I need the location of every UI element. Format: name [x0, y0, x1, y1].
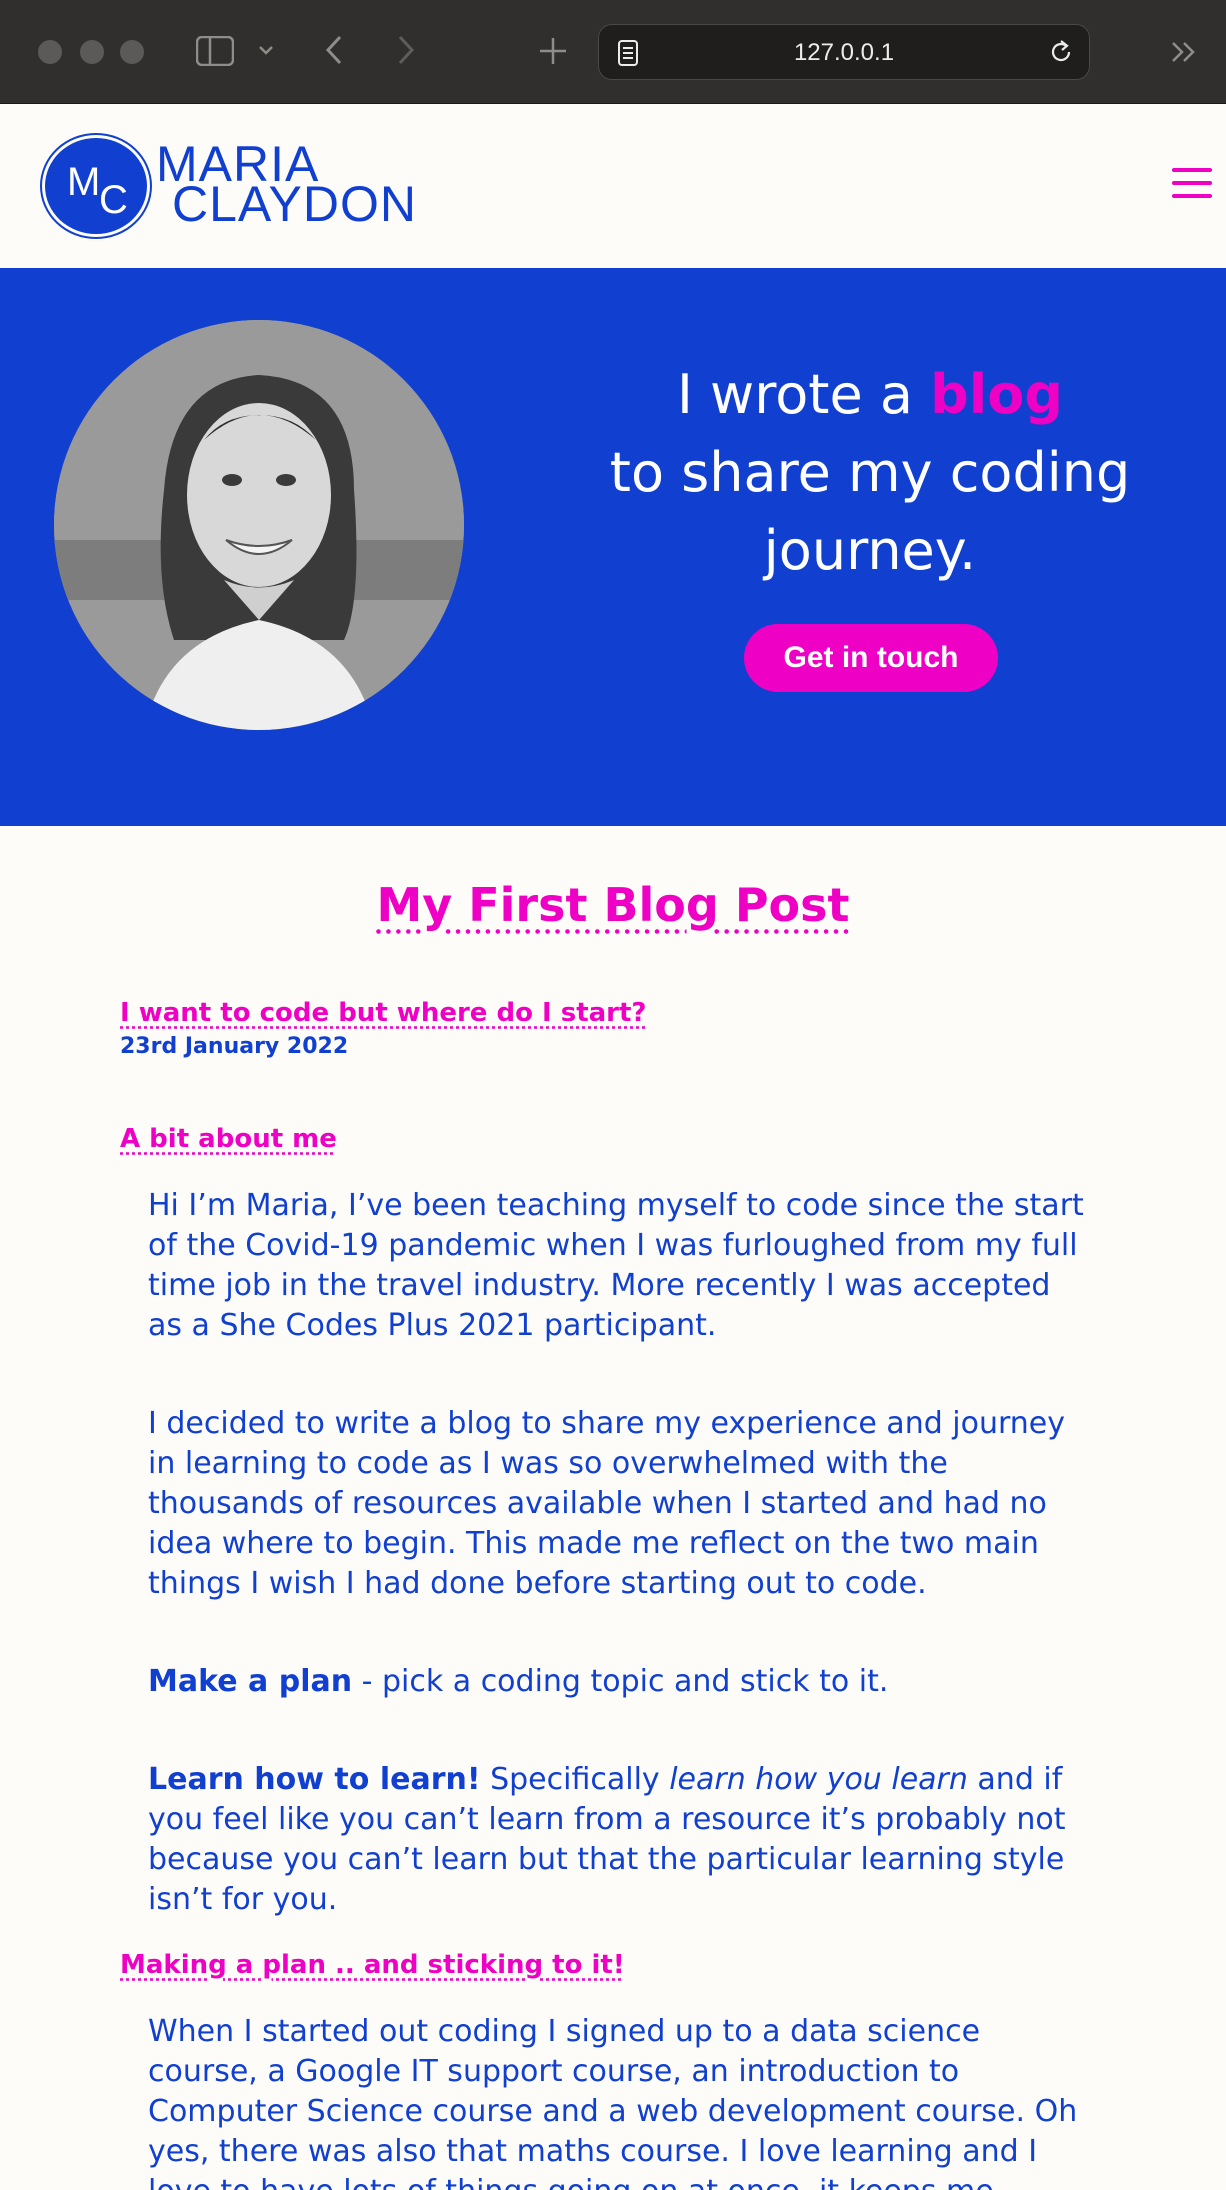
- post-date: 23rd January 2022: [120, 1034, 349, 1059]
- chevron-down-icon[interactable]: [258, 44, 274, 56]
- get-in-touch-button[interactable]: Get in touch: [744, 624, 998, 692]
- more-chevrons-icon[interactable]: [1170, 40, 1198, 64]
- post-subtitle-link[interactable]: I want to code but where do I start?: [120, 998, 647, 1028]
- paragraph-learn-how-to-learn: Learn how to learn! Specifically learn h…: [148, 1760, 1088, 1920]
- hero-line-3: journey.: [763, 519, 977, 582]
- close-window-dot[interactable]: [38, 40, 62, 64]
- maximize-window-dot[interactable]: [120, 40, 144, 64]
- hero-accent-word: blog: [930, 363, 1064, 426]
- logo-initial-c: C: [99, 178, 128, 222]
- logo-last-name[interactable]: CLAYDON: [172, 179, 417, 229]
- sidebar-icon[interactable]: [196, 36, 234, 66]
- site-header: M C MARIA CLAYDON: [0, 104, 1226, 268]
- browser-toolbar: 127.0.0.1: [0, 0, 1226, 104]
- hero-heading: I wrote a blog to share my coding journe…: [560, 356, 1180, 590]
- forward-arrow-icon[interactable]: [396, 34, 416, 66]
- learn-how-italic: learn how you learn: [669, 1762, 968, 1797]
- reload-icon[interactable]: [1047, 38, 1075, 66]
- paragraph-plan-detail: When I started out coding I signed up to…: [148, 2014, 1078, 2190]
- learn-how-mid: Specifically: [480, 1762, 670, 1797]
- address-bar[interactable]: 127.0.0.1: [598, 24, 1090, 80]
- hero-section: I wrote a blog to share my coding journe…: [0, 268, 1226, 826]
- logo-initial-m: M: [67, 160, 101, 204]
- paragraph-why-blog: I decided to write a blog to share my ex…: [148, 1406, 1066, 1601]
- paragraph-intro: Hi I’m Maria, I’ve been teaching myself …: [148, 1188, 1084, 1343]
- hero-line-2: to share my coding: [609, 441, 1131, 504]
- logo-badge[interactable]: M C: [42, 135, 150, 237]
- make-a-plan-bold: Make a plan: [148, 1664, 353, 1699]
- new-tab-plus-icon[interactable]: [538, 36, 568, 66]
- back-arrow-icon[interactable]: [324, 34, 344, 66]
- learn-how-bold: Learn how to learn!: [148, 1762, 481, 1797]
- section-heading-making-a-plan[interactable]: Making a plan .. and sticking to it!: [120, 1950, 625, 1980]
- hamburger-menu-icon[interactable]: [1172, 168, 1212, 202]
- paragraph-make-a-plan: Make a plan - pick a coding topic and st…: [148, 1662, 1088, 1702]
- minimize-window-dot[interactable]: [80, 40, 104, 64]
- post-title-link[interactable]: My First Blog Post: [0, 878, 1226, 932]
- profile-photo: [54, 320, 464, 730]
- section-heading-about-me[interactable]: A bit about me: [120, 1124, 337, 1154]
- url-text: 127.0.0.1: [793, 39, 895, 66]
- hero-line-prefix: I wrote a: [676, 363, 931, 426]
- make-a-plan-rest: - pick a coding topic and stick to it.: [352, 1664, 889, 1699]
